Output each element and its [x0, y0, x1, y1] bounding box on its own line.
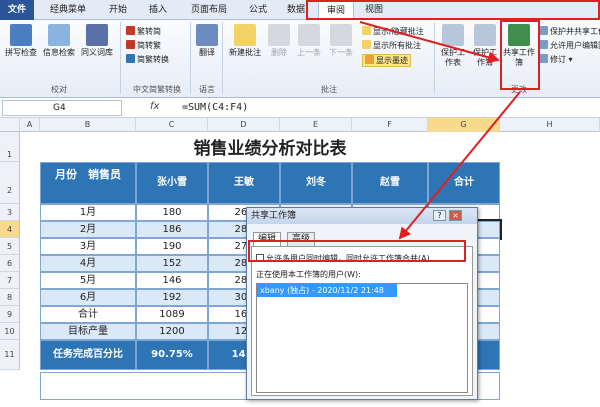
arrow-to-checkbox	[398, 91, 521, 240]
arrow-to-share	[359, 21, 500, 64]
annotation-arrows	[359, 21, 521, 240]
